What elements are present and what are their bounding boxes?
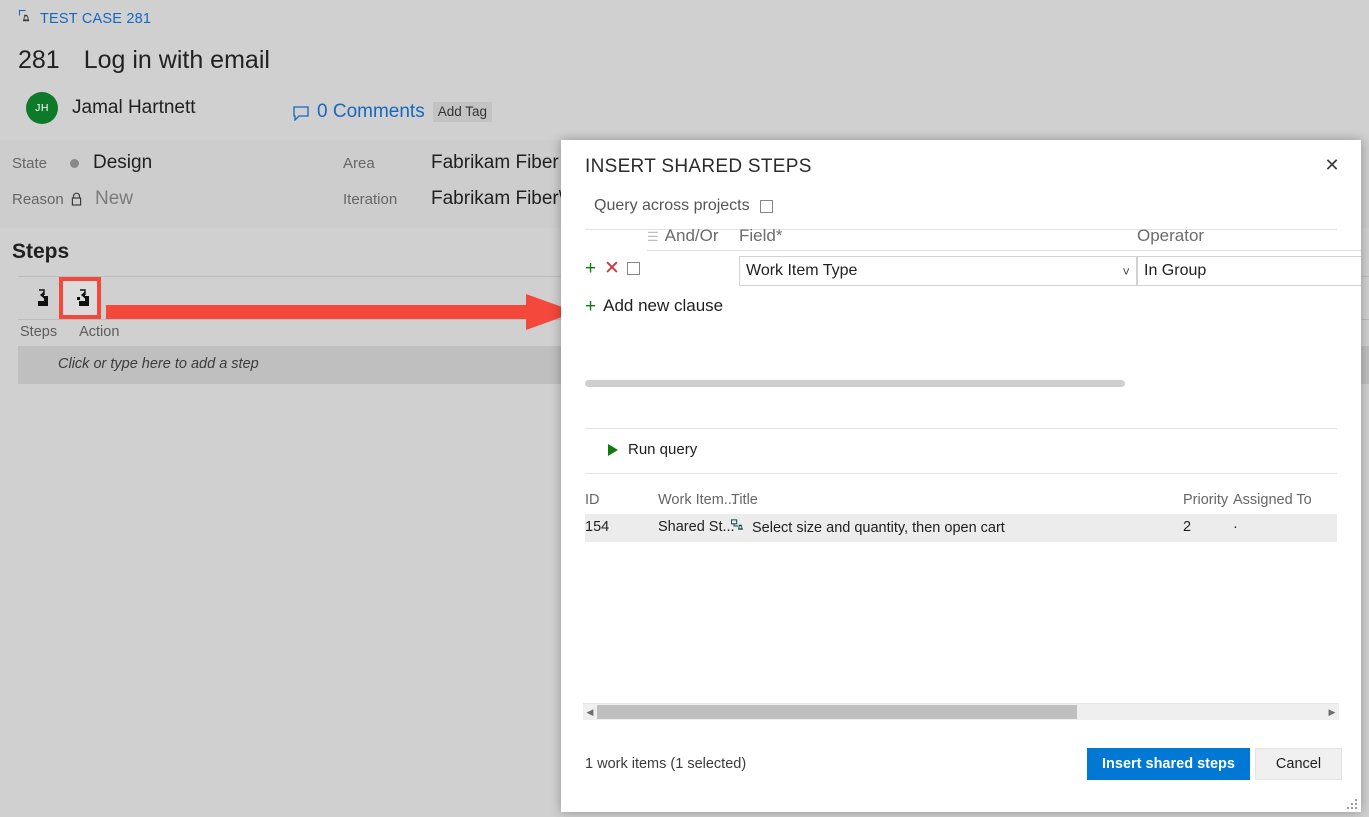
steps-heading: Steps bbox=[12, 240, 70, 263]
field-reason-value[interactable]: New bbox=[95, 188, 133, 210]
cell-title-wrapper: Select size and quantity, then open cart bbox=[730, 519, 1005, 537]
field-reason: Reason New bbox=[12, 188, 133, 210]
operator-dropdown-value: In Group bbox=[1144, 262, 1207, 279]
scroll-left-icon[interactable]: ◀ bbox=[583, 707, 597, 718]
cancel-button[interactable]: Cancel bbox=[1255, 748, 1342, 780]
assigned-to-name[interactable]: Jamal Hartnett bbox=[72, 97, 196, 119]
add-step-placeholder: Click or type here to add a step bbox=[58, 356, 259, 372]
work-item-count-label: 1 work items (1 selected) bbox=[585, 756, 747, 772]
chevron-down-icon: ˅ bbox=[1122, 263, 1130, 279]
query-across-projects-row[interactable]: Query across projects bbox=[594, 197, 773, 215]
add-new-clause-label: Add new clause bbox=[603, 296, 724, 315]
close-icon[interactable]: ✕ bbox=[1319, 152, 1345, 178]
query-across-projects-checkbox[interactable] bbox=[759, 199, 773, 213]
field-area-value[interactable]: Fabrikam Fiber bbox=[431, 152, 559, 174]
field-state-value[interactable]: Design bbox=[93, 152, 152, 174]
col-header-andor-label: And/Or bbox=[664, 226, 719, 245]
steps-column-headers: Steps Action bbox=[20, 324, 119, 340]
field-area: Area Fabrikam Fiber bbox=[343, 152, 559, 174]
field-dropdown[interactable]: Work Item Type ˅ bbox=[739, 256, 1137, 286]
breadcrumb[interactable]: TEST CASE 281 bbox=[18, 9, 151, 28]
work-item-title[interactable]: Log in with email bbox=[84, 46, 270, 75]
col-header-work-item: Work Item... bbox=[658, 492, 736, 508]
work-item-header: TEST CASE 281 281 Log in with email JH J… bbox=[0, 0, 1369, 140]
comments-block[interactable]: 0 Comments Add Tag bbox=[293, 101, 492, 123]
field-iteration: Iteration Fabrikam Fiber\F bbox=[343, 188, 576, 210]
play-icon bbox=[608, 443, 618, 456]
operator-dropdown[interactable]: In Group bbox=[1137, 256, 1361, 286]
run-query-button[interactable]: Run query bbox=[608, 441, 697, 458]
cell-title: Select size and quantity, then open cart bbox=[752, 520, 1005, 536]
add-new-clause-button[interactable]: + Add new clause bbox=[585, 296, 723, 316]
assigned-to-row: JH Jamal Hartnett bbox=[26, 92, 196, 124]
field-reason-label: Reason bbox=[12, 190, 64, 208]
work-item-id: 281 bbox=[18, 46, 60, 74]
reorder-icon: ☰ bbox=[647, 229, 659, 244]
query-across-projects-label: Query across projects bbox=[594, 197, 750, 214]
scrollbar-track[interactable] bbox=[597, 705, 1325, 719]
col-header-operator: Operator bbox=[1137, 226, 1361, 251]
cell-priority: 2 bbox=[1183, 519, 1192, 535]
cell-assigned-to: · bbox=[1233, 519, 1238, 535]
dialog-footer: 1 work items (1 selected) Insert shared … bbox=[561, 734, 1361, 812]
breadcrumb-label: TEST CASE 281 bbox=[40, 10, 152, 27]
insert-step-icon[interactable] bbox=[22, 281, 56, 315]
query-builder-headers: ☰ And/Or Field* Operator bbox=[585, 226, 1361, 252]
col-header-action: Action bbox=[79, 324, 120, 340]
run-query-label: Run query bbox=[628, 441, 698, 458]
work-item-title-row: 281 Log in with email bbox=[18, 46, 270, 75]
cell-id: 154 bbox=[585, 519, 610, 535]
query-builder: ☰ And/Or Field* Operator + ✕ Work Item Ty… bbox=[585, 226, 1361, 288]
add-clause-icon[interactable]: + bbox=[585, 259, 596, 278]
resize-grip-icon[interactable] bbox=[1346, 797, 1358, 809]
shared-steps-icon bbox=[730, 519, 745, 537]
col-header-steps: Steps bbox=[20, 324, 58, 340]
test-case-icon bbox=[18, 9, 33, 28]
clause-select-checkbox[interactable] bbox=[627, 262, 640, 275]
results-table-header: ID Work Item... Title Priority Assigned … bbox=[585, 490, 1337, 512]
insert-shared-steps-icon[interactable] bbox=[59, 277, 101, 319]
table-row[interactable]: 154 Shared St... Select size and quantit… bbox=[585, 514, 1337, 542]
query-clause-row: + ✕ Work Item Type ˅ In Group bbox=[585, 256, 1361, 288]
comments-count-label: 0 Comments bbox=[317, 101, 425, 122]
lock-icon bbox=[70, 192, 83, 207]
comment-icon bbox=[293, 105, 309, 122]
col-header-field: Field* bbox=[739, 226, 1137, 251]
field-state: State Design bbox=[12, 152, 152, 174]
cell-work-item: Shared St... bbox=[658, 519, 735, 535]
insert-shared-steps-dialog: INSERT SHARED STEPS ✕ Query across proje… bbox=[561, 140, 1361, 812]
field-iteration-value[interactable]: Fabrikam Fiber\F bbox=[431, 188, 576, 210]
col-header-assigned-to: Assigned To bbox=[1233, 492, 1312, 508]
col-header-title: Title bbox=[731, 492, 758, 508]
run-query-bar: Run query bbox=[585, 428, 1337, 474]
field-dropdown-value: Work Item Type bbox=[746, 262, 858, 279]
col-header-andor: ☰ And/Or bbox=[647, 226, 739, 251]
field-state-label: State bbox=[12, 154, 48, 172]
field-iteration-label: Iteration bbox=[343, 190, 398, 208]
delete-clause-icon[interactable]: ✕ bbox=[604, 259, 620, 278]
scrollbar-thumb[interactable] bbox=[597, 705, 1078, 719]
dialog-title: INSERT SHARED STEPS bbox=[585, 156, 812, 177]
plus-icon: + bbox=[585, 295, 597, 317]
insert-shared-steps-button[interactable]: Insert shared steps bbox=[1087, 748, 1250, 780]
col-header-priority: Priority bbox=[1183, 492, 1229, 508]
results-hscrollbar[interactable]: ◀ ▶ bbox=[583, 703, 1339, 720]
query-builder-hscrollbar[interactable] bbox=[585, 380, 1125, 387]
col-header-id: ID bbox=[585, 492, 600, 508]
add-tag-button[interactable]: Add Tag bbox=[432, 101, 492, 123]
field-area-label: Area bbox=[343, 154, 375, 172]
scroll-right-icon[interactable]: ▶ bbox=[1325, 707, 1339, 718]
avatar[interactable]: JH bbox=[26, 92, 58, 124]
state-dot-icon bbox=[70, 158, 79, 168]
